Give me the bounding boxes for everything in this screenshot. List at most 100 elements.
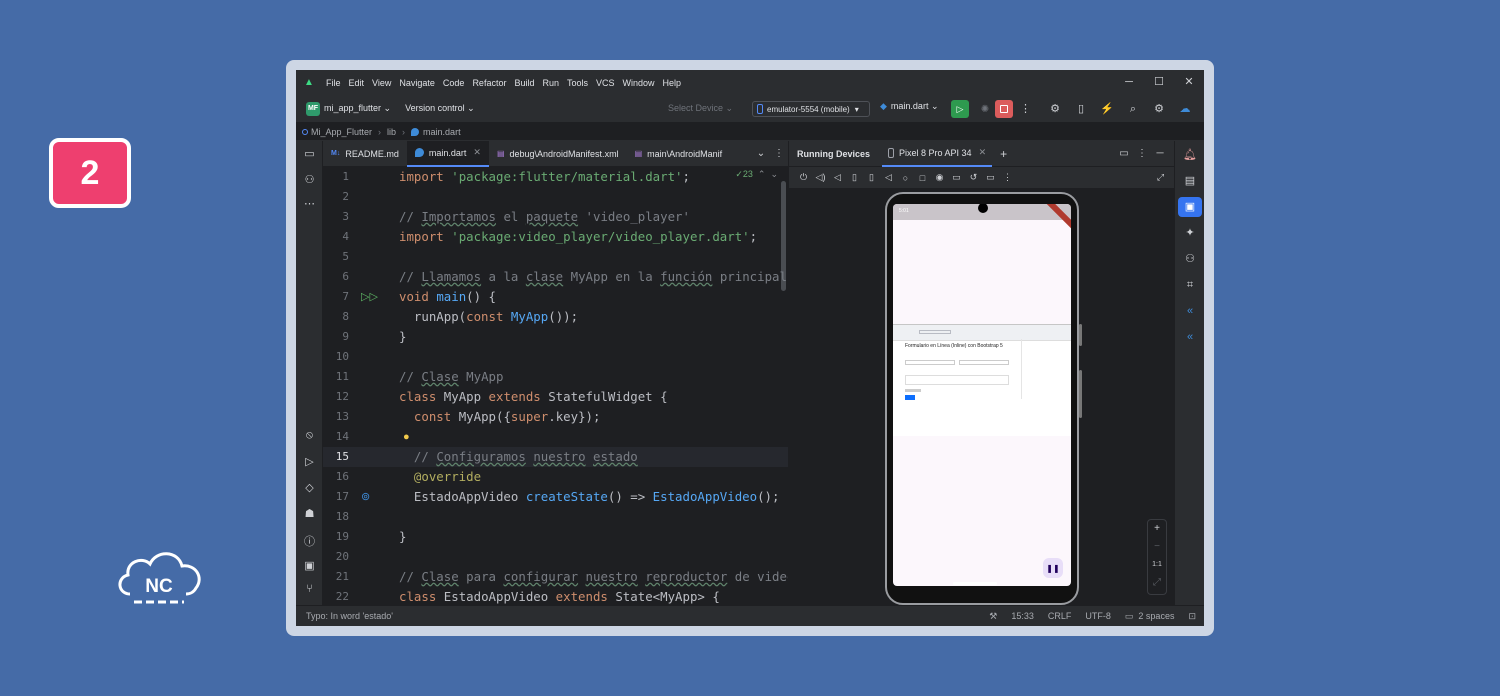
record-icon[interactable]: ▭ <box>948 172 965 183</box>
layout-inspector-icon[interactable]: ⌗ <box>1178 275 1202 295</box>
ai-assistant-icon[interactable]: ✦ <box>1178 223 1202 243</box>
reset-icon[interactable]: ↺ <box>965 172 982 183</box>
running-devices-icon[interactable]: ▣ <box>1178 197 1202 217</box>
menu-help[interactable]: Help <box>659 78 686 88</box>
maximize-button[interactable]: ☐ <box>1144 70 1174 95</box>
select-device-dropdown[interactable]: Select Device ⌄ <box>668 103 733 114</box>
menu-view[interactable]: View <box>368 78 395 88</box>
file-encoding[interactable]: UTF-8 <box>1085 611 1111 621</box>
layout-icon[interactable]: ▭ <box>1115 148 1133 159</box>
close-icon[interactable]: ✕ <box>979 147 987 158</box>
xml-file-icon: ▤ <box>496 149 505 158</box>
run-gutter-icon[interactable]: ▷▷ <box>361 287 378 307</box>
code-editor[interactable]: ✓23 ⌃ ⌄ 1 import 'package:flutter/material.… <box>323 167 788 605</box>
menu-tools[interactable]: Tools <box>563 78 592 88</box>
zoom-out-button[interactable]: − <box>1154 538 1160 556</box>
fit-screen-icon[interactable]: ⤢ <box>1152 172 1169 183</box>
hot-reload-icon[interactable]: ⚡ <box>1094 100 1120 118</box>
project-folder-icon[interactable]: ▭ <box>296 147 323 160</box>
caret-position[interactable]: 15:33 <box>1011 611 1034 621</box>
breadcrumb-folder[interactable]: lib <box>387 127 396 137</box>
breadcrumb-root[interactable]: Mi_App_Flutter <box>311 127 372 137</box>
stop-button[interactable] <box>995 100 1013 118</box>
lightbulb-icon[interactable]: ● <box>403 427 410 447</box>
gem-icon[interactable]: ◇ <box>296 481 323 494</box>
terminal-icon[interactable]: ▣ <box>296 559 323 572</box>
debug-button[interactable]: ✺ <box>976 100 994 118</box>
device-explorer-icon[interactable]: ▤ <box>1178 171 1202 191</box>
volume-down-icon[interactable]: ◁ <box>829 172 846 183</box>
emulator-selector[interactable]: emulator-5554 (mobile) ▾ <box>752 101 870 117</box>
run-configuration-selector[interactable]: ◆ main.dart ⌄ <box>880 101 938 112</box>
mirror-icon[interactable]: ▭ <box>982 172 999 183</box>
menu-vcs[interactable]: VCS <box>592 78 619 88</box>
tab-readme[interactable]: M↓ README.md <box>323 141 407 167</box>
zoom-controls: + − 1:1 ⤢ <box>1147 519 1167 595</box>
add-device-button[interactable]: + <box>1000 147 1007 161</box>
flutter-outline-icon[interactable]: « <box>1178 327 1202 347</box>
home-icon[interactable]: ○ <box>897 173 914 183</box>
screenshot-icon[interactable]: ◉ <box>931 172 948 183</box>
project-selector[interactable]: MF mi_app_flutter ⌄ <box>306 101 405 116</box>
attach-debugger-icon[interactable]: ⚙ <box>1042 100 1068 118</box>
tab-debug-manifest[interactable]: ▤ debug\AndroidManifest.xml <box>489 141 627 167</box>
tab-main-manifest[interactable]: ▤ main\AndroidManif <box>627 141 731 167</box>
menu-navigate[interactable]: Navigate <box>395 78 439 88</box>
device-manager-icon[interactable]: ▯ <box>1068 100 1094 118</box>
menu-build[interactable]: Build <box>510 78 538 88</box>
phone-side-button <box>1079 324 1082 346</box>
flutter-inspector-icon[interactable]: « <box>1178 301 1202 321</box>
hammer-icon[interactable]: ⚒ <box>989 611 997 622</box>
fit-icon[interactable]: ⤢ <box>1153 574 1161 592</box>
more-icon[interactable]: ⋮ <box>999 172 1016 183</box>
problems-icon[interactable]: ⓘ <box>296 533 323 549</box>
cloud-sync-icon[interactable]: ☁ <box>1172 100 1198 118</box>
menu-refactor[interactable]: Refactor <box>468 78 510 88</box>
logcat-icon[interactable]: ☗ <box>296 507 323 520</box>
close-icon[interactable]: ✕ <box>473 147 481 158</box>
zoom-in-button[interactable]: + <box>1154 520 1160 538</box>
tab-main-dart[interactable]: main.dart ✕ <box>406 140 489 167</box>
indent-setting[interactable]: 2 spaces <box>1138 611 1174 621</box>
tabs-dropdown-icon[interactable]: ⌄ <box>752 148 770 159</box>
close-window-button[interactable]: ✕ <box>1174 70 1204 95</box>
app-inspection-icon[interactable]: ⚇ <box>1178 249 1202 269</box>
search-icon[interactable]: ⌕ <box>1120 100 1146 118</box>
hide-panel-icon[interactable]: ─ <box>1151 148 1169 159</box>
minimize-button[interactable]: ─ <box>1114 70 1144 95</box>
overview-icon[interactable]: □ <box>914 173 931 183</box>
run-tool-icon[interactable]: ▷ <box>296 455 323 468</box>
settings-gear-icon[interactable]: ⚙ <box>1146 100 1172 118</box>
rotate-right-icon[interactable]: ▯ <box>863 172 880 183</box>
notifications-icon[interactable]: 🔔︎ <box>1178 145 1202 165</box>
override-gutter-icon[interactable]: ⊚ <box>361 487 370 507</box>
menu-edit[interactable]: Edit <box>345 78 369 88</box>
volume-up-icon[interactable]: ◁) <box>812 172 829 183</box>
options-icon[interactable]: ⋮ <box>1133 148 1151 159</box>
menu-window[interactable]: Window <box>619 78 659 88</box>
device-screen[interactable]: 5:01 ▾▮ Formulario en Línea (Inline) con… <box>893 204 1071 586</box>
structure-icon[interactable]: ⚇ <box>296 173 323 186</box>
menu-code[interactable]: Code <box>439 78 469 88</box>
code-line: 8 runApp(const MyApp()); <box>342 309 579 324</box>
git-branch-icon[interactable]: ⑂ <box>296 583 323 595</box>
breadcrumb-file[interactable]: main.dart <box>423 127 461 137</box>
tabs-more-icon[interactable]: ⋮ <box>770 148 788 159</box>
menu-file[interactable]: File <box>322 78 345 88</box>
line-ending[interactable]: CRLF <box>1048 611 1072 621</box>
back-icon[interactable]: ◁ <box>880 172 897 183</box>
pause-button[interactable]: ❚❚ <box>1043 558 1063 578</box>
rotate-left-icon[interactable]: ▯ <box>846 172 863 183</box>
form-input <box>959 360 1009 365</box>
more-actions-icon[interactable]: ⋮ <box>1020 102 1031 115</box>
menu-run[interactable]: Run <box>538 78 563 88</box>
more-tools-icon[interactable]: ⋯ <box>296 197 323 210</box>
run-button[interactable]: ▷ <box>951 100 969 118</box>
device-tab[interactable]: Pixel 8 Pro API 34 ✕ <box>882 141 993 167</box>
zoom-reset-button[interactable]: 1:1 <box>1152 556 1162 574</box>
version-control-menu[interactable]: Version control ⌄ <box>405 103 475 114</box>
power-icon[interactable]: ⏻ <box>795 172 812 183</box>
build-variants-icon[interactable]: ⦸ <box>296 429 323 442</box>
device-controls-toolbar: ⏻ ◁) ◁ ▯ ▯ ◁ ○ □ ◉ ▭ ↺ ▭ ⋮ ⤢ <box>789 167 1175 189</box>
lock-icon[interactable]: ⊡ <box>1188 611 1196 622</box>
